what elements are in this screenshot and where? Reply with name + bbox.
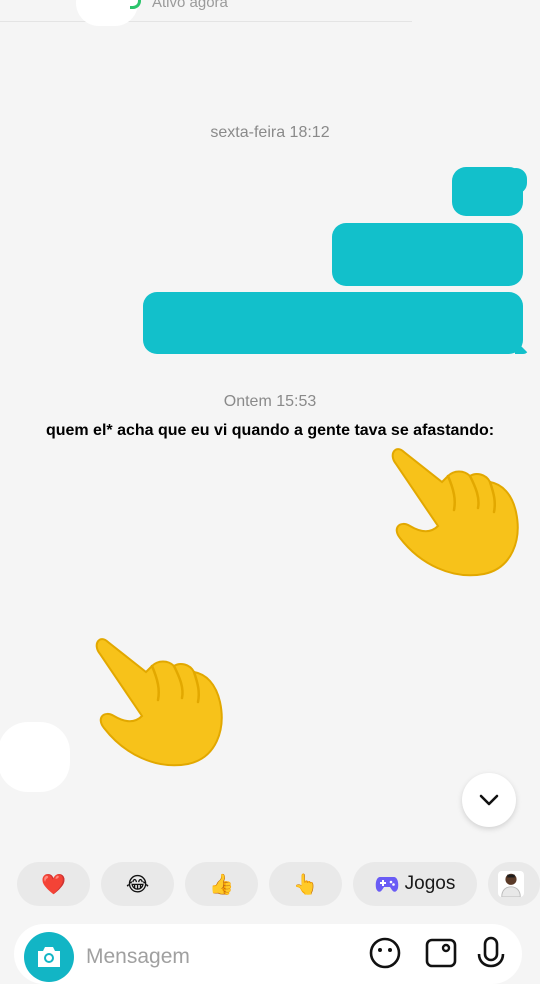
thumbs-up-icon: 👍	[209, 873, 234, 896]
scroll-to-bottom-button[interactable]	[462, 773, 516, 827]
message-timestamp: Ontem 15:53	[223, 393, 317, 410]
sent-message-bubble[interactable]	[332, 223, 523, 286]
sent-message-bubble[interactable]	[452, 167, 523, 216]
message-composer	[14, 924, 522, 984]
message-timestamp: sexta-feira 18:12	[210, 124, 330, 141]
laughing-face-icon: 😂	[125, 873, 150, 896]
redacted-avatar	[0, 722, 70, 792]
reaction-thumbs-up-button[interactable]: 👍	[185, 862, 258, 906]
gamepad-icon	[375, 877, 398, 892]
reaction-heart-button[interactable]: ❤️	[17, 862, 90, 906]
camera-button[interactable]	[24, 932, 74, 982]
online-indicator	[130, 0, 141, 9]
emoji-icon[interactable]	[368, 936, 402, 970]
pointing-hand-emoji	[391, 448, 519, 577]
reaction-pointing-hand-button[interactable]: 👆	[269, 862, 342, 906]
overlay-caption: quem el* acha que eu vi quando a gente t…	[45, 422, 495, 439]
image-icon[interactable]	[424, 936, 458, 970]
chat-header: Ativo agora	[0, 0, 412, 26]
pointing-hand-icon: 👆	[293, 873, 318, 896]
reaction-laughing-button[interactable]: 😂	[101, 862, 174, 906]
microphone-icon[interactable]	[476, 936, 506, 970]
games-button[interactable]: Jogos	[353, 862, 477, 906]
games-label: Jogos	[404, 873, 456, 894]
chevron-down-icon	[479, 794, 499, 806]
pointing-hand-emoji	[95, 638, 223, 767]
avatar-sticker-icon	[498, 871, 524, 897]
sent-message-bubble[interactable]	[143, 292, 523, 354]
camera-icon	[38, 947, 60, 967]
heart-icon: ❤️	[41, 873, 66, 896]
sticker-avatar-button[interactable]	[488, 862, 540, 906]
online-status: Ativo agora	[152, 0, 228, 11]
redacted-avatar	[76, 0, 138, 26]
message-input[interactable]	[84, 938, 358, 976]
